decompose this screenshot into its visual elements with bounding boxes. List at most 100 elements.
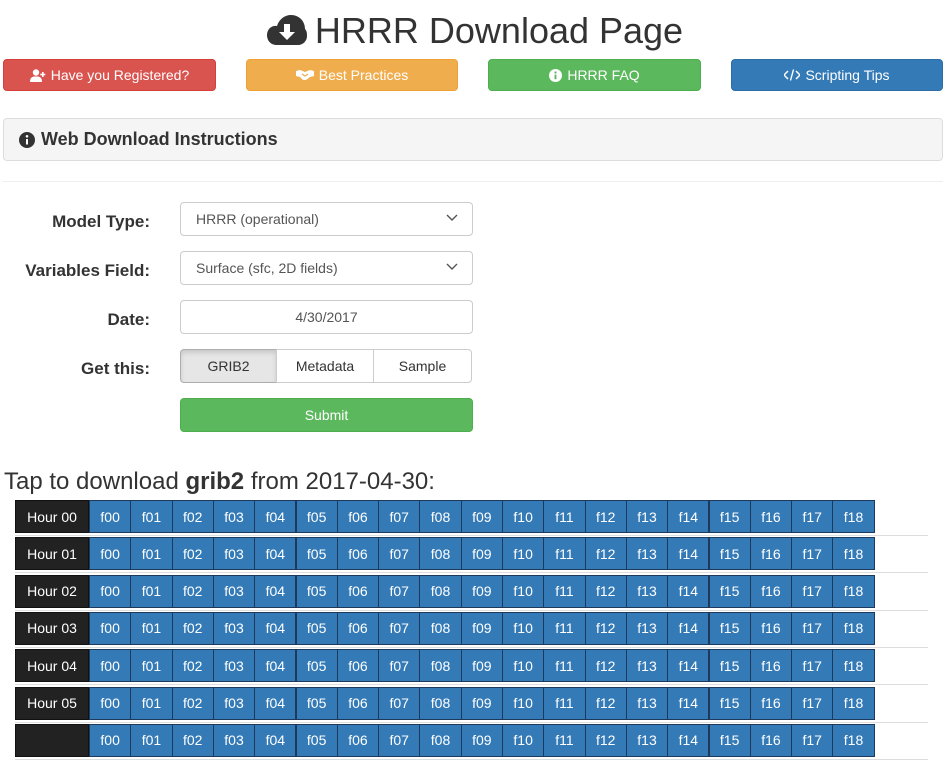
forecast-download-link[interactable]: f18 [832, 723, 875, 757]
forecast-download-link[interactable]: f10 [502, 537, 545, 571]
forecast-download-link[interactable]: f01 [130, 500, 173, 533]
forecast-download-link[interactable]: f04 [254, 500, 297, 533]
instructions-panel-header[interactable]: Web Download Instructions [3, 118, 943, 161]
forecast-download-link[interactable]: f02 [171, 649, 214, 683]
forecast-download-link[interactable]: f14 [667, 537, 710, 571]
forecast-download-link[interactable]: f15 [708, 574, 751, 608]
forecast-download-link[interactable]: f09 [460, 500, 503, 533]
forecast-download-link[interactable]: f12 [584, 537, 627, 571]
forecast-download-link[interactable]: f18 [832, 611, 875, 645]
model-type-select[interactable]: HRRR (operational) [180, 202, 473, 236]
forecast-download-link[interactable]: f15 [708, 611, 751, 645]
forecast-download-link[interactable]: f05 [295, 500, 338, 533]
forecast-download-link[interactable]: f14 [667, 686, 710, 720]
forecast-download-link[interactable]: f18 [832, 686, 875, 720]
forecast-download-link[interactable]: f02 [171, 723, 214, 757]
forecast-download-link[interactable]: f07 [378, 574, 421, 608]
forecast-download-link[interactable]: f01 [130, 537, 173, 571]
forecast-download-link[interactable]: f09 [460, 537, 503, 571]
forecast-download-link[interactable]: f17 [791, 611, 834, 645]
forecast-download-link[interactable]: f16 [749, 611, 793, 645]
forecast-download-link[interactable]: f18 [832, 500, 875, 533]
forecast-download-link[interactable]: f04 [254, 686, 297, 720]
forecast-download-link[interactable]: f05 [295, 574, 338, 608]
forecast-download-link[interactable]: f12 [584, 611, 627, 645]
forecast-download-link[interactable]: f13 [625, 537, 669, 571]
forecast-download-link[interactable]: f18 [832, 649, 875, 683]
forecast-download-link[interactable]: f08 [419, 611, 462, 645]
forecast-download-link[interactable]: f15 [708, 500, 751, 533]
forecast-download-link[interactable]: f00 [89, 723, 132, 757]
hrrr-faq-button[interactable]: HRRR FAQ [488, 59, 701, 91]
forecast-download-link[interactable]: f08 [419, 686, 462, 720]
forecast-download-link[interactable]: f06 [336, 723, 380, 757]
forecast-download-link[interactable]: f10 [502, 723, 545, 757]
forecast-download-link[interactable]: f00 [89, 537, 132, 571]
forecast-download-link[interactable]: f03 [212, 574, 256, 608]
forecast-download-link[interactable]: f13 [625, 574, 669, 608]
forecast-download-link[interactable]: f06 [336, 686, 380, 720]
forecast-download-link[interactable]: f05 [295, 611, 338, 645]
forecast-download-link[interactable]: f07 [378, 611, 421, 645]
forecast-download-link[interactable]: f16 [749, 537, 793, 571]
forecast-download-link[interactable]: f12 [584, 500, 627, 533]
forecast-download-link[interactable]: f02 [171, 574, 214, 608]
forecast-download-link[interactable]: f02 [171, 500, 214, 533]
forecast-download-link[interactable]: f12 [584, 686, 627, 720]
forecast-download-link[interactable]: f08 [419, 574, 462, 608]
forecast-download-link[interactable]: f04 [254, 723, 297, 757]
forecast-download-link[interactable]: f18 [832, 574, 875, 608]
forecast-download-link[interactable]: f14 [667, 649, 710, 683]
forecast-download-link[interactable]: f15 [708, 649, 751, 683]
forecast-download-link[interactable]: f05 [295, 649, 338, 683]
forecast-download-link[interactable]: f15 [708, 537, 751, 571]
grib2-option-button[interactable]: GRIB2 [180, 349, 277, 383]
forecast-download-link[interactable]: f11 [543, 574, 586, 608]
sample-option-button[interactable]: Sample [373, 349, 472, 383]
forecast-download-link[interactable]: f04 [254, 611, 297, 645]
forecast-download-link[interactable]: f05 [295, 537, 338, 571]
forecast-download-link[interactable]: f02 [171, 686, 214, 720]
forecast-download-link[interactable]: f13 [625, 500, 669, 533]
forecast-download-link[interactable]: f04 [254, 537, 297, 571]
forecast-download-link[interactable]: f01 [130, 649, 173, 683]
forecast-download-link[interactable]: f07 [378, 686, 421, 720]
forecast-download-link[interactable]: f03 [212, 649, 256, 683]
forecast-download-link[interactable]: f09 [460, 649, 503, 683]
forecast-download-link[interactable]: f04 [254, 649, 297, 683]
forecast-download-link[interactable]: f05 [295, 723, 338, 757]
forecast-download-link[interactable]: f03 [212, 723, 256, 757]
scripting-tips-button[interactable]: Scripting Tips [731, 59, 943, 91]
forecast-download-link[interactable]: f12 [584, 574, 627, 608]
forecast-download-link[interactable]: f06 [336, 611, 380, 645]
forecast-download-link[interactable]: f07 [378, 649, 421, 683]
forecast-download-link[interactable]: f13 [625, 723, 669, 757]
forecast-download-link[interactable]: f11 [543, 500, 586, 533]
forecast-download-link[interactable]: f17 [791, 649, 834, 683]
forecast-download-link[interactable]: f17 [791, 500, 834, 533]
forecast-download-link[interactable]: f09 [460, 574, 503, 608]
forecast-download-link[interactable]: f06 [336, 537, 380, 571]
forecast-download-link[interactable]: f01 [130, 611, 173, 645]
forecast-download-link[interactable]: f17 [791, 686, 834, 720]
forecast-download-link[interactable]: f11 [543, 537, 586, 571]
forecast-download-link[interactable]: f01 [130, 686, 173, 720]
forecast-download-link[interactable]: f03 [212, 500, 256, 533]
forecast-download-link[interactable]: f14 [667, 500, 710, 533]
forecast-download-link[interactable]: f02 [171, 611, 214, 645]
forecast-download-link[interactable]: f13 [625, 611, 669, 645]
forecast-download-link[interactable]: f05 [295, 686, 338, 720]
forecast-download-link[interactable]: f09 [460, 611, 503, 645]
metadata-option-button[interactable]: Metadata [276, 349, 374, 383]
forecast-download-link[interactable]: f00 [89, 686, 132, 720]
forecast-download-link[interactable]: f14 [667, 723, 710, 757]
forecast-download-link[interactable]: f06 [336, 500, 380, 533]
forecast-download-link[interactable]: f16 [749, 723, 793, 757]
forecast-download-link[interactable]: f17 [791, 574, 834, 608]
forecast-download-link[interactable]: f06 [336, 574, 380, 608]
forecast-download-link[interactable]: f13 [625, 686, 669, 720]
forecast-download-link[interactable]: f10 [502, 649, 545, 683]
registered-button[interactable]: Have you Registered? [3, 59, 216, 91]
forecast-download-link[interactable]: f10 [502, 686, 545, 720]
forecast-download-link[interactable]: f16 [749, 500, 793, 533]
